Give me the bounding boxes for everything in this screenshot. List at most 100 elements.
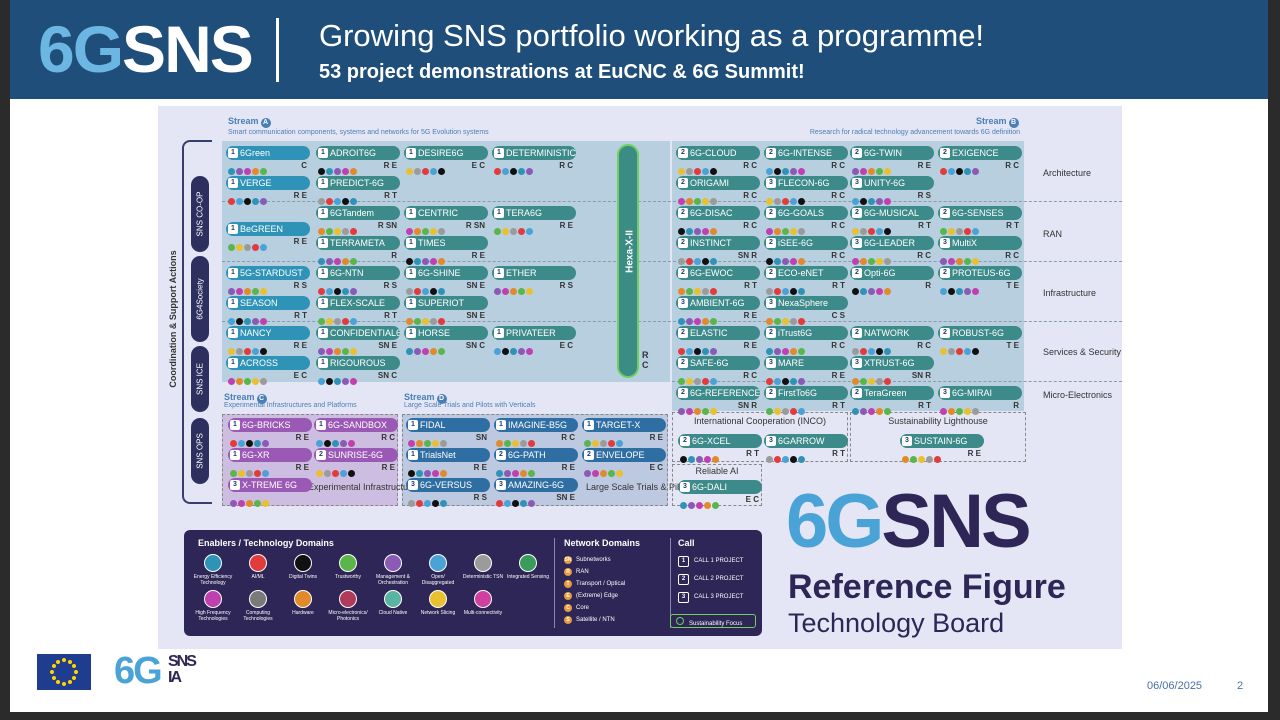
enabler-dot-icon [702, 408, 709, 415]
project-card[interactable]: 3 6G-DALI E C [678, 480, 762, 509]
project-card[interactable]: 2 ORIGAMI R C [676, 176, 760, 205]
project-card[interactable]: 1 HORSE SN C [404, 326, 488, 355]
project-card[interactable]: 3 NexaSphere C S [764, 296, 848, 325]
project-card[interactable]: 2 6G-REFERENCE SN R [676, 386, 760, 415]
project-card[interactable]: 2 SUNRISE-6G R E [314, 448, 398, 477]
project-name: FIDAL [420, 420, 446, 430]
project-card[interactable]: 1 6Green C [226, 146, 310, 175]
enabler-dot-icon [852, 408, 859, 415]
project-card[interactable]: 3 6G-VERSUS R S [406, 478, 490, 507]
enabler-dot-icon [440, 470, 447, 477]
enabler-dot-icon [236, 348, 243, 355]
project-card[interactable]: 1 NANCY R E [226, 326, 310, 355]
project-card[interactable]: 2 6G-CLOUD R C [676, 146, 760, 175]
project-card[interactable]: 1 ADROIT6G R E [316, 146, 400, 175]
project-card[interactable]: 2 iSEE-6G R C [764, 236, 848, 265]
project-card[interactable]: 1 5G-STARDUST R S [226, 266, 310, 295]
project-card[interactable]: 2 TeraGreen R T [850, 386, 934, 415]
project-card[interactable]: 2 FirstTo6G R T [764, 386, 848, 415]
project-card[interactable]: 1 SEASON R T [226, 296, 310, 325]
project-card[interactable]: 3 UNITY-6G R S [850, 176, 934, 205]
enabler-icon [249, 554, 267, 572]
project-card[interactable]: 1 6G-NTN R S [316, 266, 400, 295]
project-card[interactable]: 2 ENVELOPE E C [582, 448, 666, 477]
project-card[interactable]: 2 iTrust6G R C [764, 326, 848, 355]
project-card[interactable]: 1 IMAGINE-B5G R C [494, 418, 578, 447]
project-card[interactable]: 2 ECO-eNET R T [764, 266, 848, 295]
project-card[interactable]: 1 ETHER R S [492, 266, 576, 295]
project-card[interactable]: 2 ROBUST-6G T E [938, 326, 1022, 355]
project-card[interactable]: 2 SAFE-6G R C [676, 356, 760, 385]
project-card[interactable]: 1 VERGE R E [226, 176, 310, 205]
enabler-dot-icon [334, 168, 341, 175]
project-card[interactable]: 1 PRIVATEER E C [492, 326, 576, 355]
project-card[interactable]: 1 PREDICT-6G R T [316, 176, 400, 205]
network-domain-icon: E [564, 592, 572, 600]
project-card[interactable]: 3 MARE R E [764, 356, 848, 385]
project-card[interactable]: 1 6GTandem R SN [316, 206, 400, 235]
project-card[interactable]: 2 6G-PATH R E [494, 448, 578, 477]
project-card[interactable]: 2 PROTEUS-6G T E [938, 266, 1022, 295]
project-card[interactable]: 3 SUSTAIN-6G R E [900, 434, 984, 463]
project-card[interactable]: 3 AMBIENT-6G R E [676, 296, 760, 325]
project-card[interactable]: 1 6G-XR R E [228, 448, 312, 477]
enabler-dot-icon [318, 288, 325, 295]
enabler-dot-icon [496, 470, 503, 477]
project-name: BeGREEN [240, 224, 284, 234]
project-card[interactable]: 2 6G-MUSICAL R T [850, 206, 934, 235]
project-card[interactable]: 3 MultiX R C [938, 236, 1022, 265]
project-card[interactable]: 1 FLEX-SCALE R T [316, 296, 400, 325]
project-pill: 1 ADROIT6G [316, 146, 400, 160]
project-card[interactable]: 2 6G-EWOC R T [676, 266, 760, 295]
network-domain-item: C Core [564, 604, 589, 612]
enabler-dot-icon [502, 228, 509, 235]
project-card[interactable]: 1 TERA6G R E [492, 206, 576, 235]
project-card[interactable]: 1 CENTRIC R SN [404, 206, 488, 235]
call-item: 1 CALL 1 PROJECT [678, 556, 743, 567]
project-card[interactable]: 3 FLECON-6G R C [764, 176, 848, 205]
project-card[interactable]: 2 6G-SENSES R T [938, 206, 1022, 235]
project-card[interactable]: 1 6G-SHINE SN E [404, 266, 488, 295]
project-card[interactable]: 1 TERRAMETA R [316, 236, 400, 265]
project-card[interactable]: 3 6GARROW R T [764, 434, 848, 463]
enabler-dot-icon [688, 456, 695, 463]
project-card[interactable]: 1 TARGET-X R E [582, 418, 666, 447]
project-card[interactable]: 2 6G-TWIN R E [850, 146, 934, 175]
project-card[interactable]: 1 FIDAL SN [406, 418, 490, 447]
project-card[interactable]: 2 EXIGENCE R C [938, 146, 1022, 175]
project-card[interactable]: 1DETERMINISTIC6GR C [492, 146, 576, 175]
project-card[interactable]: 2 6G-INTENSE R C [764, 146, 848, 175]
project-card[interactable]: 1 TIMES R E [404, 236, 488, 265]
project-card[interactable]: 1 6G-SANDBOX R C [314, 418, 398, 447]
project-card[interactable]: 3 AMAZING-6G SN E [494, 478, 578, 507]
project-card[interactable]: 1 RIGOUROUS SN C [316, 356, 400, 385]
project-card[interactable]: 3 XTRUST-6G SN R [850, 356, 934, 385]
project-card[interactable]: 2 INSTINCT SN R [676, 236, 760, 265]
enabler-dot-icon [260, 378, 267, 385]
project-card[interactable]: 2 6G-XCEL R T [678, 434, 762, 463]
project-card[interactable]: 1 TrialsNet R E [406, 448, 490, 477]
project-pill: 1 PREDICT-6G [316, 176, 400, 190]
project-card[interactable]: 2 Opti-6G R [850, 266, 934, 295]
project-card[interactable]: 1 BeGREEN R E [226, 222, 310, 251]
enabler-dot-icon [782, 288, 789, 295]
project-card[interactable]: 2 ELASTIC R E [676, 326, 760, 355]
project-card[interactable]: 3 X-TREME 6G [228, 478, 312, 507]
enabler-dot-icon [512, 500, 519, 507]
project-card[interactable]: 1 6G-BRICKS R E [228, 418, 312, 447]
legend-enablers-title: Enablers / Technology Domains [198, 538, 334, 548]
enabler-dot-icon [244, 378, 251, 385]
project-card[interactable]: 1 DESIRE6G E C [404, 146, 488, 175]
scrollbar-arrow-icon[interactable] [1271, 64, 1280, 82]
project-card[interactable]: 3 6G-LEADER R C [850, 236, 934, 265]
enabler-dot-icon [852, 228, 859, 235]
project-card[interactable]: 2 NATWORK R C [850, 326, 934, 355]
project-card[interactable]: 2 6G-DISAC R C [676, 206, 760, 235]
project-card[interactable]: 1 SUPERIOT SN E [404, 296, 488, 325]
enabler-icon [249, 590, 267, 608]
project-card[interactable]: 3 6G-MIRAI R [938, 386, 1022, 415]
project-card[interactable]: 2 6G-GOALS R C [764, 206, 848, 235]
project-card[interactable]: 1CONFIDENTIAL6GSN E [316, 326, 400, 355]
enabler-dot-icon [884, 168, 891, 175]
project-card[interactable]: 1 ACROSS E C [226, 356, 310, 385]
